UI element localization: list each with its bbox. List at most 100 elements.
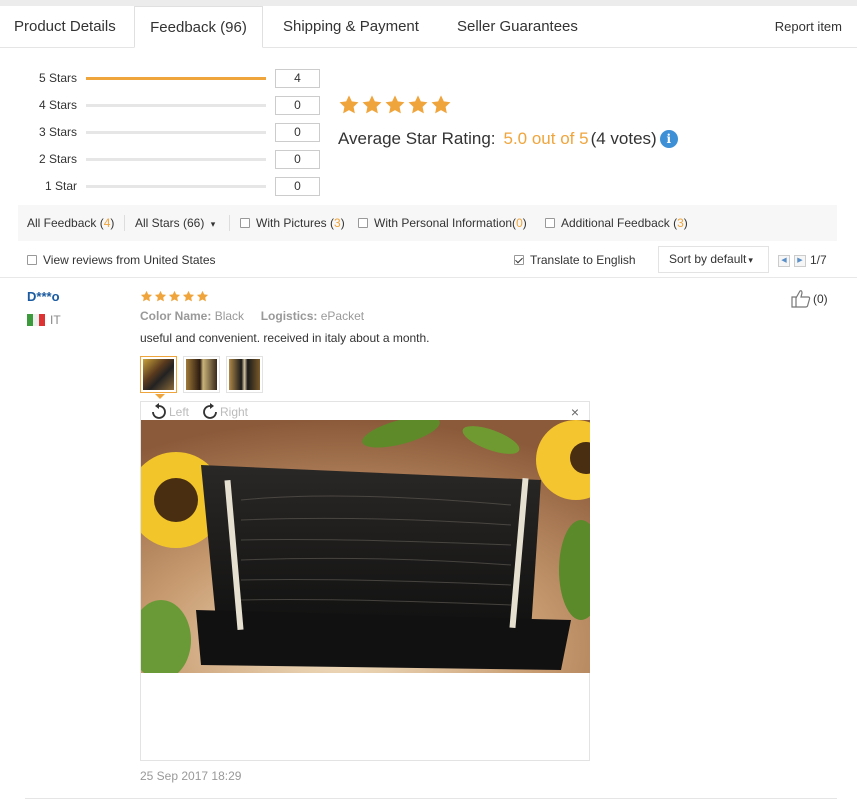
filter-additional-feedback[interactable]: Additional Feedback (3)	[545, 205, 688, 241]
tab-bar: Product Details Feedback (96) Shipping &…	[0, 6, 857, 48]
average-stars	[338, 94, 452, 120]
rating-row-label: 1 Star	[44, 179, 77, 193]
divider	[25, 798, 837, 799]
rotate-right-icon	[203, 403, 217, 419]
star-icon	[385, 95, 405, 114]
average-rating-score: 5.0 out of 5	[503, 129, 589, 148]
rating-row-label: 4 Stars	[38, 98, 77, 112]
reviewer-country: IT	[50, 313, 61, 327]
rating-row-3[interactable]: 3 Stars 0	[0, 123, 330, 142]
option-label: View reviews from United States	[43, 253, 216, 267]
rating-row-2[interactable]: 2 Stars 0	[0, 150, 330, 169]
rating-row-label: 2 Stars	[38, 152, 77, 166]
tab-product-details[interactable]: Product Details	[14, 6, 116, 48]
divider	[229, 215, 230, 231]
prev-page-button[interactable]: ◀	[778, 255, 790, 267]
rating-row-label: 5 Stars	[38, 71, 77, 85]
rating-bar	[86, 185, 266, 188]
rotate-right-label: Right	[220, 405, 249, 419]
rotate-left-label: Left	[169, 405, 190, 419]
star-icon	[182, 290, 195, 302]
vote-count: (4 votes)	[590, 129, 657, 148]
helpful-button[interactable]: (0)	[790, 289, 828, 308]
translate-option[interactable]: Translate to English	[514, 242, 636, 278]
rating-bar	[86, 77, 266, 80]
options-row: View reviews from United States Translat…	[0, 242, 857, 278]
filter-close-paren: )	[340, 216, 345, 230]
info-icon[interactable]: i	[659, 130, 678, 148]
filter-label: All Feedback (	[27, 216, 104, 230]
checkbox[interactable]	[358, 218, 368, 228]
rotate-left-button[interactable]: Left	[149, 403, 189, 421]
thumbnail-image	[186, 359, 217, 390]
rating-bar	[86, 158, 266, 161]
checkbox[interactable]	[27, 255, 37, 265]
review-thumbnail[interactable]	[183, 356, 220, 393]
filter-close-paren: )	[683, 216, 688, 230]
image-viewer: Left Right ×	[140, 401, 590, 761]
checkbox-checked[interactable]	[514, 255, 524, 265]
rating-row-4[interactable]: 4 Stars 0	[0, 96, 330, 115]
rating-bar	[86, 131, 266, 134]
color-value: Black	[214, 309, 245, 323]
sort-label: Sort by default	[669, 252, 747, 266]
star-icon	[362, 95, 382, 114]
star-icon	[140, 290, 153, 302]
star-icon	[168, 290, 181, 302]
star-icon	[154, 290, 167, 302]
next-page-button[interactable]: ▶	[794, 255, 806, 267]
filter-with-pictures[interactable]: With Pictures (3)	[240, 205, 345, 241]
chevron-right-icon: ▶	[797, 257, 803, 264]
thumbnail-image	[229, 359, 260, 390]
tab-shipping-payment[interactable]: Shipping & Payment	[283, 6, 419, 48]
reviewer-name[interactable]: D***o	[27, 289, 60, 304]
color-label: Color Name:	[140, 309, 212, 323]
filter-all-feedback[interactable]: All Feedback (4)	[27, 205, 114, 241]
rating-count: 0	[275, 177, 320, 196]
review-photo-image	[141, 420, 590, 673]
filter-all-stars-dropdown[interactable]: All Stars (66) ▾	[135, 205, 215, 241]
rotate-right-button[interactable]: Right	[200, 403, 248, 421]
helpful-count: (0)	[813, 291, 828, 306]
filter-label: All Stars (66)	[135, 216, 205, 230]
review-thumbnail[interactable]	[226, 356, 263, 393]
rating-row-label: 3 Stars	[38, 125, 77, 139]
active-thumbnail-indicator	[155, 394, 165, 399]
filter-personal-information[interactable]: With Personal Information(0)	[358, 205, 527, 241]
divider	[124, 215, 125, 231]
rating-bar	[86, 104, 266, 107]
italy-flag-icon	[27, 314, 45, 326]
review-thumbnail[interactable]	[140, 356, 177, 393]
star-icon	[339, 95, 359, 114]
tab-seller-guarantees[interactable]: Seller Guarantees	[457, 6, 578, 48]
rating-bar-fill	[86, 77, 266, 80]
average-rating: Average Star Rating: 5.0 out of 5 (4 vot…	[338, 129, 678, 149]
checkbox[interactable]	[545, 218, 555, 228]
review-photo	[141, 420, 590, 673]
checkbox[interactable]	[240, 218, 250, 228]
tab-feedback[interactable]: Feedback (96)	[134, 6, 263, 48]
filter-count: 3	[334, 216, 341, 230]
chevron-down-icon: ▾	[210, 219, 216, 229]
rotate-left-icon	[152, 403, 166, 419]
option-label: Translate to English	[530, 253, 636, 267]
filter-label: With Pictures (	[256, 216, 335, 230]
rating-row-5[interactable]: 5 Stars 4	[0, 69, 330, 88]
chevron-left-icon: ◀	[781, 257, 787, 264]
review-comment: useful and convenient. received in italy…	[140, 331, 430, 345]
review-thumbnails	[140, 356, 263, 393]
view-us-reviews-option[interactable]: View reviews from United States	[27, 242, 216, 278]
close-icon[interactable]: ×	[571, 404, 579, 420]
rating-count: 4	[275, 69, 320, 88]
report-item-link[interactable]: Report item	[775, 6, 842, 48]
logistics-label: Logistics:	[260, 309, 318, 323]
filter-close-paren: )	[522, 216, 527, 230]
sort-dropdown[interactable]: Sort by default ▾	[658, 246, 769, 273]
filter-count: 3	[677, 216, 684, 230]
rating-row-1[interactable]: 1 Star 0	[0, 177, 330, 196]
star-icon	[196, 290, 209, 302]
review-date: 25 Sep 2017 18:29	[140, 769, 242, 783]
review-stars	[140, 290, 209, 303]
thumbnail-image	[143, 359, 174, 390]
star-icon	[408, 95, 428, 114]
